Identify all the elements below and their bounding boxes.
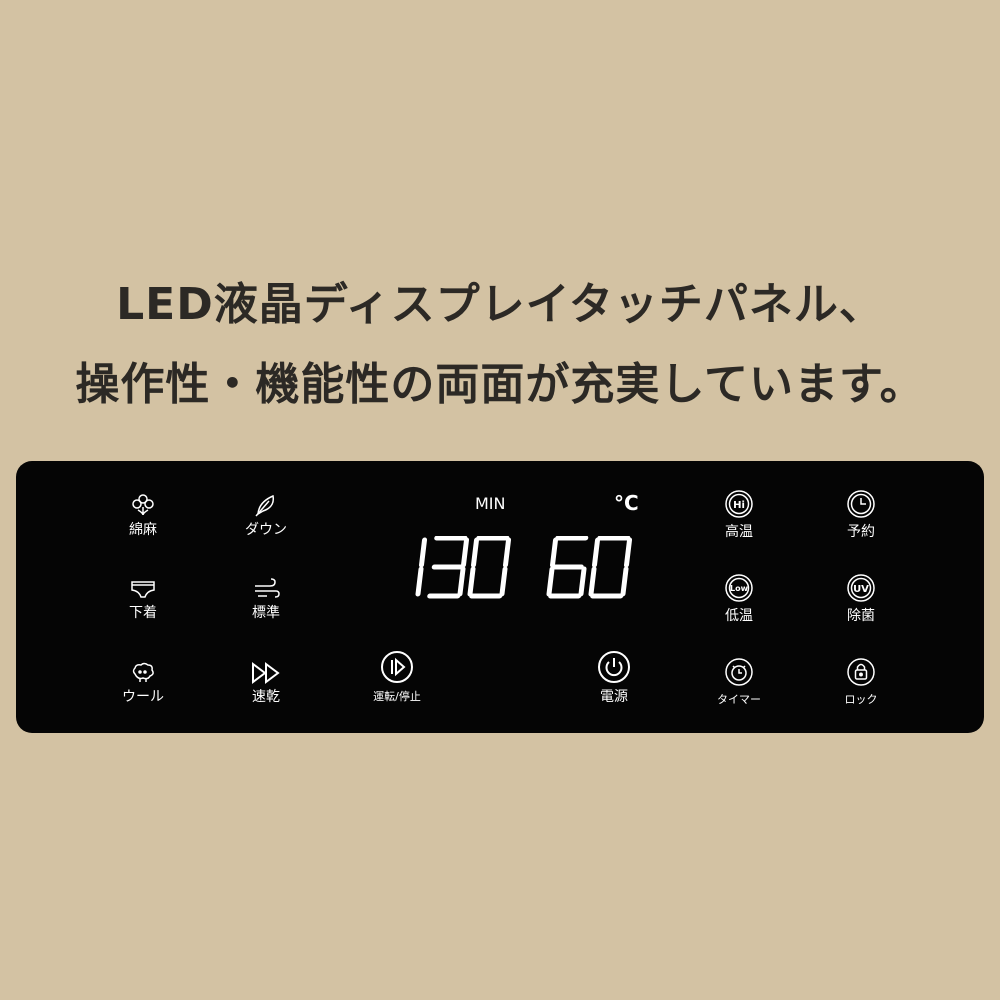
segment-c xyxy=(415,566,424,597)
low-temp-label: 低温 xyxy=(725,608,753,624)
quick-dry-button[interactable]: 速乾 xyxy=(221,662,311,722)
segment-e xyxy=(546,566,555,597)
segment-c xyxy=(620,566,629,597)
segment-c xyxy=(457,566,466,597)
underwear-mode-label: 下着 xyxy=(129,605,157,621)
segment-b xyxy=(502,537,511,568)
reservation-button[interactable]: 予約 xyxy=(816,489,906,549)
timer-button[interactable]: タイマー xyxy=(694,657,784,717)
start-stop-label: 運転/停止 xyxy=(373,690,421,703)
sheep-icon xyxy=(132,662,154,682)
power-label: 電源 xyxy=(600,689,628,705)
headline-line-1: LED液晶ディスプレイタッチパネル、 xyxy=(116,279,884,330)
segment-c xyxy=(578,566,587,597)
segment-digit xyxy=(467,536,511,599)
fast-forward-icon xyxy=(252,662,280,684)
lock-button[interactable]: ロック xyxy=(816,657,906,717)
uv-badge-icon: UV xyxy=(847,574,875,602)
cotton-mode-label: 綿麻 xyxy=(129,522,157,538)
high-temp-label: 高温 xyxy=(725,524,753,540)
segment-b xyxy=(418,537,428,568)
underwear-icon xyxy=(131,581,155,598)
temperature-digital-readout xyxy=(546,536,633,599)
wind-icon xyxy=(255,578,280,598)
underwear-mode-button[interactable]: 下着 xyxy=(98,578,188,638)
segment-f xyxy=(591,537,601,568)
power-icon xyxy=(598,651,630,683)
quick-dry-label: 速乾 xyxy=(252,689,280,705)
hi-badge-text: Hi xyxy=(733,500,745,511)
temperature-unit-label: °C xyxy=(614,491,639,515)
segment-e xyxy=(467,566,476,597)
high-temp-button[interactable]: Hi 高温 xyxy=(694,489,784,549)
down-mode-label: ダウン xyxy=(245,522,287,538)
segment-b xyxy=(623,537,633,568)
headline-line-2: 操作性・機能性の両面が充実しています。 xyxy=(75,359,925,410)
hi-badge-icon: Hi xyxy=(725,490,753,518)
cotton-mode-button[interactable]: 綿麻 xyxy=(98,493,188,553)
segment-e xyxy=(588,566,597,597)
timer-label: タイマー xyxy=(717,693,761,706)
low-badge-text: Low xyxy=(730,584,749,593)
wool-mode-button[interactable]: ウール xyxy=(98,662,188,722)
uv-badge-text: UV xyxy=(853,584,869,595)
reservation-label: 予約 xyxy=(847,524,875,540)
low-temp-button[interactable]: Low 低温 xyxy=(694,573,784,633)
segment-b xyxy=(460,537,470,568)
segment-digit xyxy=(588,536,633,599)
low-badge-icon: Low xyxy=(725,574,753,602)
segment-digit xyxy=(415,537,428,597)
sterilize-label: 除菌 xyxy=(847,608,875,624)
control-panel: 綿麻 下着 ウール ダウン 標準 速乾 MIN °C 運転/停止 電源 Hi 高… xyxy=(16,461,984,733)
wool-mode-label: ウール xyxy=(122,689,164,705)
segment-c xyxy=(499,566,508,597)
alarm-clock-icon xyxy=(725,658,753,686)
lock-icon xyxy=(847,658,875,686)
power-button[interactable]: 電源 xyxy=(569,650,659,710)
time-unit-label: MIN xyxy=(475,494,506,513)
feather-icon xyxy=(255,494,275,517)
sterilize-button[interactable]: UV 除菌 xyxy=(816,573,906,633)
down-mode-button[interactable]: ダウン xyxy=(221,493,311,553)
standard-mode-button[interactable]: 標準 xyxy=(221,578,311,638)
cotton-flower-icon xyxy=(132,494,154,516)
start-stop-button[interactable]: 運転/停止 xyxy=(352,650,442,710)
segment-digit xyxy=(546,536,589,599)
lock-label: ロック xyxy=(844,693,878,706)
clock-icon xyxy=(847,490,875,518)
play-pause-icon xyxy=(381,651,413,683)
segment-f xyxy=(549,537,559,568)
standard-mode-label: 標準 xyxy=(252,605,280,621)
time-digital-readout xyxy=(415,536,511,599)
segment-f xyxy=(470,537,480,568)
segment-digit xyxy=(427,536,470,599)
